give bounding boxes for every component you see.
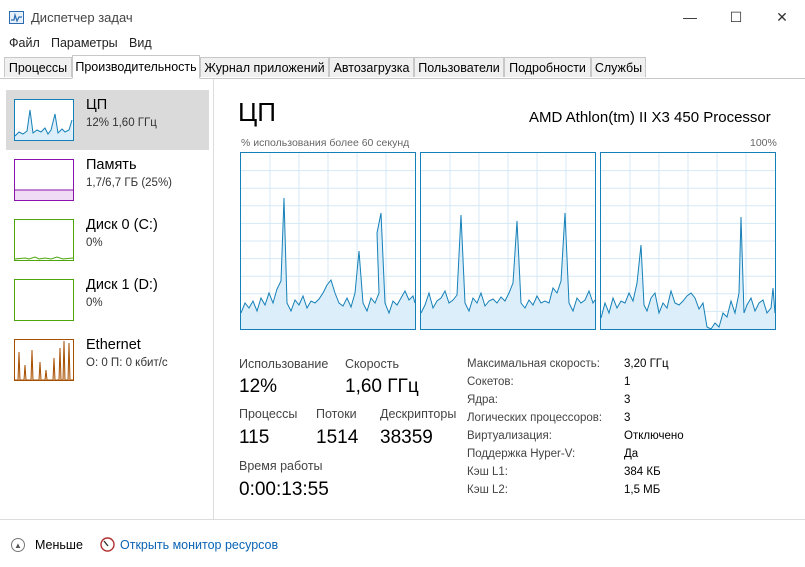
disk-graph-thumb — [14, 279, 74, 321]
close-button[interactable]: ✕ — [759, 0, 805, 34]
minimize-icon: — — [683, 9, 697, 25]
ethernet-graph-thumb — [14, 339, 74, 381]
info-value-l1: 384 КБ — [624, 466, 661, 478]
fewer-details-button[interactable]: Меньше — [35, 538, 83, 552]
resource-monitor-icon — [100, 537, 115, 552]
usage-value: 12% — [239, 376, 278, 397]
threads-value: 1514 — [316, 427, 359, 448]
info-label-l2: Кэш L2: — [467, 484, 508, 496]
tab-services[interactable]: Службы — [591, 57, 646, 77]
info-value-l2: 1,5 МБ — [624, 484, 661, 496]
sidebar-item-disk1[interactable]: Диск 1 (D:) 0% — [6, 270, 209, 330]
tab-app-history[interactable]: Журнал приложений — [200, 57, 329, 77]
sidebar-item-ethernet[interactable]: Ethernet О: 0 П: 0 кбит/с — [6, 330, 209, 390]
speed-value: 1,60 ГГц — [345, 376, 419, 397]
menu-options[interactable]: Параметры — [51, 36, 118, 50]
tab-details[interactable]: Подробности — [504, 57, 591, 77]
sidebar-item-label: Ethernet — [86, 337, 141, 353]
sidebar-item-sublabel: 12% 1,60 ГГц — [86, 117, 157, 129]
maximize-button[interactable]: ☐ — [713, 0, 759, 34]
info-label-sockets: Сокетов: — [467, 376, 514, 388]
close-icon: ✕ — [776, 8, 788, 25]
graph-max-label: 100% — [750, 137, 777, 149]
tab-startup[interactable]: Автозагрузка — [329, 57, 414, 77]
page-title: ЦП — [238, 97, 276, 127]
info-label-logical: Логических процессоров: — [467, 412, 603, 424]
cpu-core-graph-2 — [420, 152, 596, 330]
info-label-cores: Ядра: — [467, 394, 499, 406]
sidebar-item-label: Диск 0 (C:) — [86, 217, 158, 233]
sidebar-item-label: Память — [86, 157, 137, 173]
tab-performance[interactable]: Производительность — [72, 55, 200, 79]
uptime-value: 0:00:13:55 — [239, 479, 329, 500]
sidebar-item-memory[interactable]: Память 1,7/6,7 ГБ (25%) — [6, 150, 209, 210]
sidebar-item-label: Диск 1 (D:) — [86, 277, 158, 293]
info-value-virtualization: Отключено — [624, 430, 684, 442]
sidebar-item-sublabel: 0% — [86, 297, 103, 309]
info-label-l1: Кэш L1: — [467, 466, 508, 478]
tab-users[interactable]: Пользователи — [414, 57, 504, 77]
footer-divider — [0, 519, 805, 520]
threads-label: Потоки — [316, 407, 357, 421]
sidebar-item-disk0[interactable]: Диск 0 (C:) 0% — [6, 210, 209, 270]
chevron-up-icon[interactable]: ▲ — [11, 538, 25, 552]
speed-label: Скорость — [345, 357, 399, 371]
info-value-hyperv: Да — [624, 448, 639, 460]
window-title: Диспетчер задач — [31, 10, 133, 25]
tab-processes[interactable]: Процессы — [4, 57, 72, 77]
info-label-max-speed: Максимальная скорость: — [467, 358, 600, 370]
graph-caption: % использования более 60 секунд — [241, 137, 410, 149]
open-resource-monitor-link[interactable]: Открыть монитор ресурсов — [120, 538, 278, 552]
processes-value: 115 — [239, 427, 270, 448]
info-value-logical: 3 — [624, 412, 631, 424]
menu-view[interactable]: Вид — [129, 36, 152, 50]
usage-label: Использование — [239, 357, 329, 371]
info-label-virtualization: Виртуализация: — [467, 430, 552, 442]
menu-file[interactable]: Файл — [9, 36, 40, 50]
cpu-core-graph-1 — [240, 152, 416, 330]
uptime-label: Время работы — [239, 459, 323, 473]
sidebar-item-cpu[interactable]: ЦП 12% 1,60 ГГц — [6, 90, 209, 150]
sidebar-item-sublabel: 1,7/6,7 ГБ (25%) — [86, 177, 173, 189]
sidebar-item-sublabel: 0% — [86, 237, 103, 249]
task-manager-app-icon — [9, 11, 24, 24]
info-value-sockets: 1 — [624, 376, 631, 388]
handles-value: 38359 — [380, 427, 433, 448]
processes-label: Процессы — [239, 407, 298, 421]
info-label-hyperv: Поддержка Hyper-V: — [467, 448, 576, 460]
minimize-button[interactable]: — — [667, 0, 713, 34]
sidebar-item-sublabel: О: 0 П: 0 кбит/с — [86, 357, 168, 369]
maximize-icon: ☐ — [729, 8, 743, 25]
info-value-cores: 3 — [624, 394, 631, 406]
sidebar-item-label: ЦП — [86, 97, 108, 113]
info-value-max-speed: 3,20 ГГц — [624, 358, 669, 370]
disk-graph-thumb — [14, 219, 74, 261]
memory-graph-thumb — [14, 159, 74, 201]
cpu-graph-thumb — [14, 99, 74, 141]
cpu-core-graph-3 — [600, 152, 776, 330]
handles-label: Дескрипторы — [380, 407, 457, 421]
processor-name: AMD Athlon(tm) II X3 450 Processor — [529, 109, 771, 126]
